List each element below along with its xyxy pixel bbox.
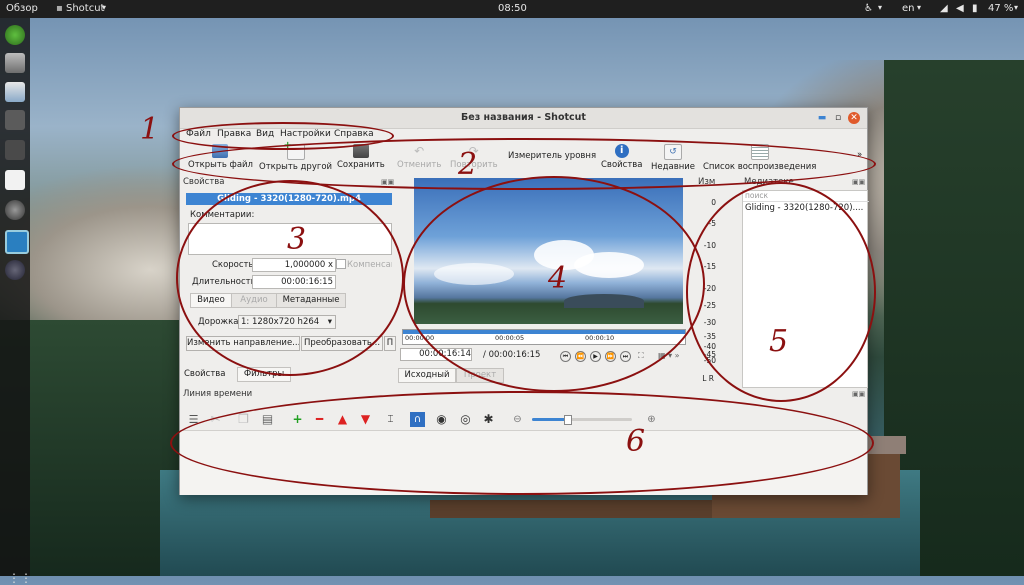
show-apps-icon[interactable]: ⋮⋮ [8, 571, 32, 585]
wifi-icon[interactable]: ◢ [940, 3, 948, 14]
shotcut-app-icon[interactable] [5, 230, 29, 254]
battery-percent: 47 % [988, 3, 1014, 14]
maximize-icon[interactable]: ▫ [832, 112, 844, 124]
battery-icon[interactable]: ▮ [972, 3, 978, 14]
terminal-icon[interactable] [5, 110, 25, 130]
annotation-number: 4 [548, 261, 568, 296]
timeline-header: Линия времени [183, 389, 253, 399]
document-icon[interactable] [5, 170, 25, 190]
disk-icon[interactable] [5, 53, 25, 73]
annotation-number: 5 [769, 324, 789, 359]
app-menu-icon: ▪ [56, 3, 63, 14]
chevron-down-icon: ▾ [878, 3, 883, 12]
chevron-down-icon[interactable]: ▾ [1014, 3, 1018, 12]
annotation-number: 6 [626, 424, 646, 459]
app-menu-button[interactable]: Shotcut [66, 3, 104, 14]
close-icon[interactable]: ✕ [848, 112, 860, 124]
annotation-number: 2 [458, 147, 478, 182]
annotation-number: 3 [287, 222, 307, 257]
volume-icon[interactable]: ◀ [956, 3, 964, 14]
minimize-icon[interactable]: ▬ [816, 112, 828, 124]
top-panel: Обзор ▪ Shotcut ▾ 08:50 ♿ ▾ en ▾ ◢ ◀ ▮ 4… [0, 0, 1024, 18]
tab-source[interactable]: Исходный [398, 368, 456, 383]
chevron-down-icon: ▾ [917, 3, 922, 12]
accessibility-icon[interactable]: ♿ [864, 3, 873, 14]
globe-icon[interactable] [5, 260, 25, 280]
browser-icon[interactable] [5, 25, 25, 45]
files-icon[interactable] [5, 82, 25, 102]
dock: ⋮⋮ [0, 18, 32, 585]
annotation-ellipse-6 [170, 391, 874, 495]
clock[interactable]: 08:50 [498, 3, 527, 14]
meter-tick: 0 [711, 198, 716, 207]
annotation-ellipse-5 [686, 182, 876, 402]
annotation-ellipse-3 [176, 180, 404, 376]
webcam-icon[interactable] [5, 200, 25, 220]
panel-float-icon[interactable]: ▣▣ [852, 178, 865, 186]
language-indicator[interactable]: en [902, 3, 915, 14]
more-button[interactable]: П [384, 336, 396, 351]
tools-icon[interactable] [5, 140, 25, 160]
activities-button[interactable]: Обзор [6, 3, 38, 14]
tab-properties[interactable]: Свойства [184, 368, 236, 381]
annotation-number: 1 [140, 112, 160, 147]
properties-panel-header: Свойства [183, 177, 225, 187]
meter-channels: L R [702, 374, 714, 383]
wallpaper-pier [430, 500, 720, 518]
panel-float-icon[interactable]: ▣▣ [852, 390, 865, 398]
chevron-down-icon: ▾ [102, 3, 107, 12]
